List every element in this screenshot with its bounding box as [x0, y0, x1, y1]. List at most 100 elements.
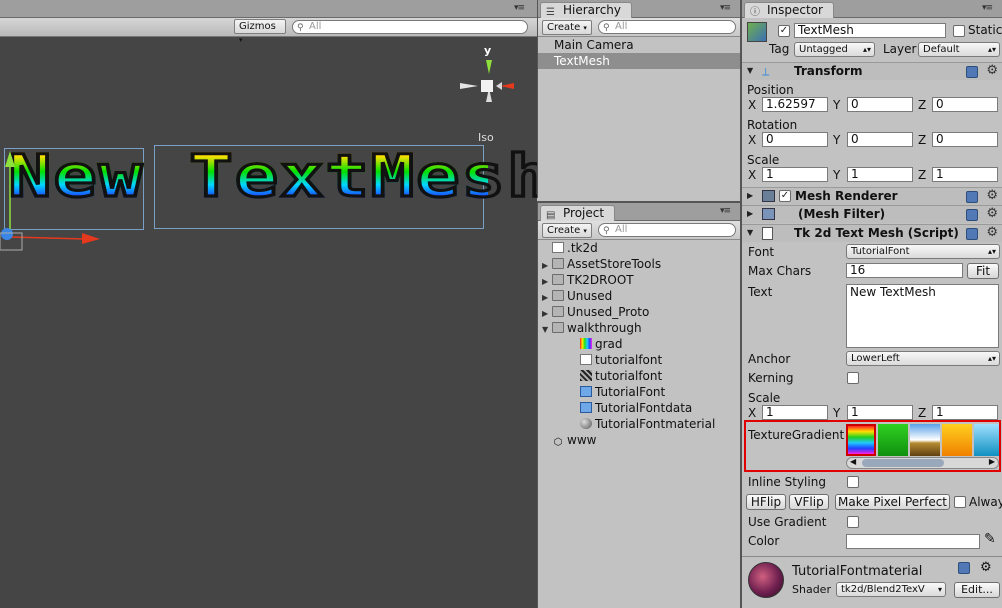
gradient-swatch[interactable] — [974, 424, 999, 456]
project-item[interactable]: grad — [538, 336, 740, 352]
tk2d-text-mesh-header[interactable]: ▼ Tk 2d Text Mesh (Script) ⚙ — [742, 224, 1002, 242]
inspector-tab[interactable]: ⓘ Inspector — [744, 2, 834, 18]
project-item[interactable]: tutorialfont — [538, 352, 740, 368]
static-checkbox[interactable] — [953, 25, 965, 37]
axis-y-label: Y — [833, 98, 841, 112]
tk2d-scale-z-field[interactable]: 1 — [932, 405, 998, 420]
rotation-z-field[interactable]: 0 — [932, 132, 998, 147]
x-move-arrow-icon[interactable] — [82, 233, 100, 244]
project-item[interactable]: ▶ Unused_Proto — [538, 304, 740, 320]
pivot-point[interactable] — [1, 228, 13, 240]
help-book-icon[interactable] — [966, 228, 978, 240]
layer-dropdown[interactable]: Default ▴▾ — [918, 42, 1000, 57]
help-book-icon[interactable] — [966, 209, 978, 221]
fit-button[interactable]: Fit — [967, 263, 999, 279]
project-item[interactable]: TutorialFont — [538, 384, 740, 400]
project-item[interactable]: ▼ walkthrough — [538, 320, 740, 336]
hflip-button[interactable]: HFlip — [746, 494, 786, 510]
mesh-renderer-enabled-checkbox[interactable]: ✓ — [779, 190, 791, 202]
neg-x-axis-cone[interactable] — [460, 83, 478, 89]
tag-dropdown[interactable]: Untagged ▴▾ — [794, 42, 875, 57]
gradient-swatch[interactable] — [942, 424, 972, 456]
pane-menu-icon[interactable]: ▾≡ — [720, 3, 731, 13]
eyedropper-icon[interactable]: ✎ — [984, 531, 996, 547]
shader-edit-button[interactable]: Edit... — [954, 582, 1000, 598]
gradient-scrollbar[interactable]: ◀ ▶ — [846, 457, 999, 469]
project-item[interactable]: .tk2d — [538, 240, 740, 256]
create-dropdown[interactable]: Create ▾ — [542, 20, 592, 35]
gear-icon[interactable]: ⚙ — [986, 63, 998, 78]
help-book-icon[interactable] — [958, 562, 970, 574]
folder-icon: ▤ — [546, 210, 556, 221]
anchor-dropdown[interactable]: LowerLeft ▴▾ — [846, 351, 1000, 366]
font-dropdown[interactable]: TutorialFont ▴▾ — [846, 244, 1000, 259]
scene-search-input[interactable]: ⚲ All — [292, 20, 528, 34]
move-handle[interactable] — [0, 145, 110, 255]
gear-icon[interactable]: ⚙ — [986, 225, 998, 240]
project-item[interactable]: TutorialFontmaterial — [538, 416, 740, 432]
orientation-gizmo[interactable]: y — [456, 44, 528, 144]
project-item[interactable]: ▶ AssetStoreTools — [538, 256, 740, 272]
gear-icon[interactable]: ⚙ — [986, 206, 998, 221]
y-axis-cone[interactable] — [486, 60, 492, 74]
transform-header[interactable]: ▼ ⟂ Transform ⚙ — [742, 62, 1002, 80]
position-y-field[interactable]: 0 — [847, 97, 913, 112]
pane-menu-icon[interactable]: ▾≡ — [982, 3, 993, 13]
help-book-icon[interactable] — [966, 191, 978, 203]
project-item[interactable]: ⬡ www — [538, 432, 740, 448]
hierarchy-search-input[interactable]: ⚲ All — [598, 20, 736, 34]
scale-x-field[interactable]: 1 — [762, 167, 828, 182]
x-axis-cone[interactable] — [500, 83, 514, 89]
tk2d-scale-y-field[interactable]: 1 — [847, 405, 913, 420]
text-area[interactable]: New TextMesh — [846, 284, 999, 348]
max-chars-field[interactable]: 16 — [846, 263, 963, 278]
hierarchy-item[interactable]: Main Camera — [538, 37, 740, 53]
pane-menu-icon[interactable]: ▾≡ — [514, 3, 525, 13]
rotation-x-field[interactable]: 0 — [762, 132, 828, 147]
x-move-axis[interactable] — [9, 236, 87, 240]
object-name-field[interactable]: TextMesh — [794, 23, 946, 38]
make-pixel-perfect-button[interactable]: Make Pixel Perfect — [835, 494, 950, 510]
use-gradient-checkbox[interactable] — [847, 516, 859, 528]
gizmos-dropdown[interactable]: Gizmos ▾ — [234, 19, 286, 44]
project-item[interactable]: ▶ TK2DROOT — [538, 272, 740, 288]
always-pixel-perfect-checkbox[interactable] — [954, 496, 966, 508]
active-checkbox[interactable]: ✓ — [778, 25, 790, 37]
y-axis-label: y — [484, 44, 492, 57]
kerning-checkbox[interactable] — [847, 372, 859, 384]
gizmo-center-cube[interactable] — [481, 80, 493, 92]
create-dropdown[interactable]: Create ▾ — [542, 223, 592, 238]
help-book-icon[interactable] — [966, 66, 978, 78]
gear-icon[interactable]: ⚙ — [986, 188, 998, 203]
y-move-arrow-icon[interactable] — [5, 151, 15, 167]
color-field[interactable] — [846, 534, 980, 549]
project-item[interactable]: tutorialfont — [538, 368, 740, 384]
project-item[interactable]: TutorialFontdata — [538, 400, 740, 416]
rotation-y-field[interactable]: 0 — [847, 132, 913, 147]
scene-view[interactable]: ▾≡ Gizmos ▾ ⚲ All y Iso New TextMesh — [0, 0, 537, 608]
mesh-filter-header[interactable]: ▶ (Mesh Filter) ⚙ — [742, 205, 1002, 223]
gear-icon[interactable]: ⚙ — [980, 560, 992, 575]
scrollbar-thumb[interactable] — [862, 459, 944, 467]
position-x-field[interactable]: 1.62597 — [762, 97, 828, 112]
hierarchy-tab[interactable]: ☰ Hierarchy — [540, 2, 633, 18]
tk2d-scale-x-field[interactable]: 1 — [762, 405, 828, 420]
gradient-swatch-selected[interactable] — [846, 424, 876, 456]
shader-dropdown[interactable]: tk2d/Blend2TexV ▾ — [836, 582, 946, 597]
gradient-swatch[interactable] — [910, 424, 940, 456]
project-search-input[interactable]: ⚲ All — [598, 223, 736, 237]
mesh-renderer-header[interactable]: ▶ ✓ Mesh Renderer ⚙ — [742, 187, 1002, 205]
gradient-swatch[interactable] — [878, 424, 908, 456]
inline-styling-checkbox[interactable] — [847, 476, 859, 488]
hierarchy-item[interactable]: TextMesh — [538, 53, 740, 69]
project-item[interactable]: ▶ Unused — [538, 288, 740, 304]
z-axis-cone[interactable] — [496, 82, 502, 90]
position-z-field[interactable]: 0 — [932, 97, 998, 112]
scroll-left-icon[interactable]: ◀ — [850, 457, 856, 466]
project-tab[interactable]: ▤ Project — [540, 205, 616, 221]
vflip-button[interactable]: VFlip — [789, 494, 829, 510]
scale-y-field[interactable]: 1 — [847, 167, 913, 182]
scroll-right-icon[interactable]: ▶ — [989, 457, 995, 466]
scale-z-field[interactable]: 1 — [932, 167, 998, 182]
pane-menu-icon[interactable]: ▾≡ — [720, 206, 731, 216]
